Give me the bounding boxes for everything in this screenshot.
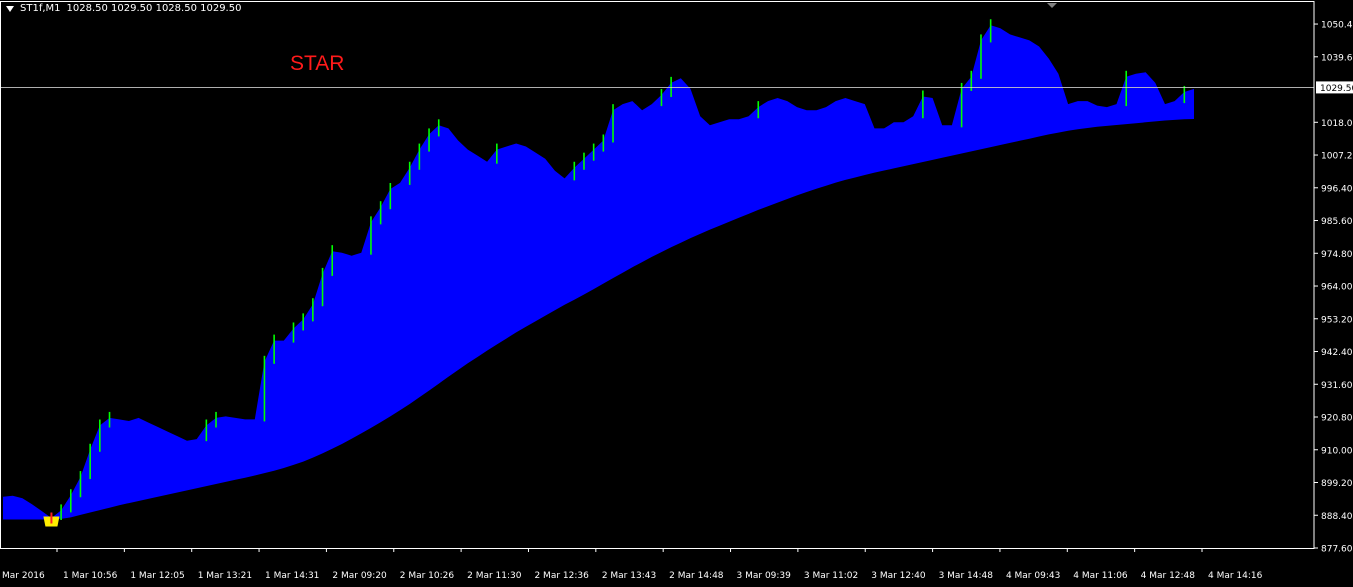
x-tick-label-11: 3 Mar 09:39 [737,571,792,581]
star-label: STAR [290,52,345,75]
x-tick-label-13: 3 Mar 12:40 [871,571,926,581]
y-tick-label-0: 1050.40 [1321,21,1353,31]
current-price-label: 1029.50 [1320,84,1353,94]
y-tick-label-1: 1039.60 [1321,53,1353,63]
x-tick-label-4: 1 Mar 14:31 [265,571,319,581]
y-tick-label-4: 996.40 [1321,184,1353,194]
y-tick-label-3: 1007.20 [1321,152,1353,162]
y-tick-label-7: 964.00 [1321,283,1353,293]
shift-marker-icon[interactable] [1047,3,1057,8]
y-tick-label-10: 931.60 [1321,381,1353,391]
x-tick-label-17: 4 Mar 12:48 [1141,571,1196,581]
y-tick-label-2: 1018.00 [1321,119,1353,129]
ohlc-values: 1028.50 1029.50 1028.50 1029.50 [66,3,242,14]
x-tick-label-6: 2 Mar 10:26 [400,571,455,581]
x-tick-label-3: 1 Mar 13:21 [198,571,252,581]
price-chart[interactable]: 1050.40 1039.60 1018.00 1007.20 996.40 985.60… [0,0,1353,583]
x-tick-label-9: 2 Mar 13:43 [602,571,656,581]
y-tick-label-5: 985.60 [1321,217,1353,227]
y-tick-label-14: 888.40 [1321,512,1353,522]
x-tick-label-7: 2 Mar 11:30 [467,571,522,581]
x-tick-label-1: 1 Mar 10:56 [63,571,118,581]
y-tick-label-15: 877.60 [1321,545,1353,555]
x-tick-label-14: 3 Mar 14:48 [939,571,994,581]
x-tick-label-10: 2 Mar 14:48 [669,571,724,581]
area-fill [3,25,1194,520]
x-tick-label-5: 2 Mar 09:20 [332,571,387,581]
y-tick-label-6: 974.80 [1321,250,1353,260]
x-tick-label-18: 4 Mar 14:16 [1208,571,1263,581]
x-tick-label-16: 4 Mar 11:06 [1073,571,1128,581]
y-tick-label-13: 899.20 [1321,479,1353,489]
chart-canvas[interactable]: 1050.40 1039.60 1018.00 1007.20 996.40 985.60… [0,0,1353,583]
y-tick-label-9: 942.40 [1321,348,1353,358]
x-tick-label-8: 2 Mar 12:36 [534,571,589,581]
x-tick-label-15: 4 Mar 09:43 [1006,571,1060,581]
symbol-timeframe: ST1f,M1 [20,3,61,14]
x-tick-label-0: Mar 2016 [2,571,45,581]
x-tick-label-2: 1 Mar 12:05 [130,571,184,581]
x-tick-label-12: 3 Mar 11:02 [804,571,858,581]
y-tick-label-8: 953.20 [1321,315,1353,325]
y-tick-label-11: 920.80 [1321,414,1353,424]
chart-header: ST1f,M1 1028.50 1029.50 1028.50 1029.50 [6,3,241,14]
menu-triangle-icon[interactable] [6,6,14,12]
y-tick-label-12: 910.00 [1321,446,1353,456]
